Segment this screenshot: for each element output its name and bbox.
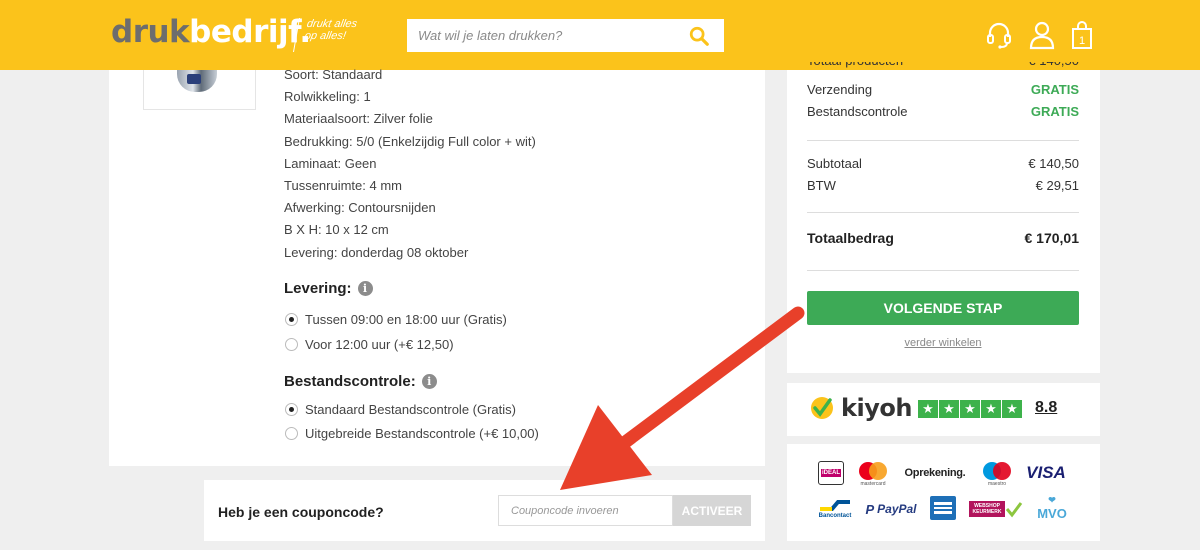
star-icon: ★: [960, 400, 980, 418]
mastercard-logo: mastercard: [856, 461, 890, 487]
kiyoh-name: kiyoh: [841, 394, 912, 422]
site-header: drukbedrijf. drukt alles op alles! 1: [0, 0, 1200, 70]
radio-button-selected[interactable]: [285, 313, 298, 326]
delivery-option-standard[interactable]: Tussen 09:00 en 18:00 uur (Gratis): [285, 312, 507, 327]
kiyoh-logo[interactable]: kiyoh: [809, 394, 912, 422]
delivery-heading: Levering: i: [284, 280, 373, 297]
filecheck-heading: Bestandscontrole: i: [284, 373, 437, 390]
summary-label: Subtotaal: [807, 156, 862, 171]
summary-value: GRATIS: [1030, 82, 1079, 97]
continue-shopping-link[interactable]: verder winkelen: [807, 337, 1079, 349]
mvo-logo: ❤ MVO: [1037, 495, 1067, 521]
logo-part-bedrijf: bedrijf.: [189, 14, 311, 50]
delivery-option-label: Voor 12:00 uur (+€ 12,50): [305, 337, 454, 352]
visa-logo: VISA: [1026, 463, 1066, 482]
search-icon[interactable]: [688, 25, 710, 47]
star-icon: ★: [1002, 400, 1022, 418]
filecheck-option-extended[interactable]: Uitgebreide Bestandscontrole (+€ 10,00): [285, 426, 539, 441]
spec-item: Materiaalsoort: Zilver folie: [284, 111, 433, 127]
bancontact-logo: Bancontact: [816, 497, 854, 521]
slogan: drukt alles op alles!: [293, 18, 369, 52]
star-icon: ★: [918, 400, 938, 418]
logo-part-druk: druk: [111, 14, 190, 50]
amex-logo: [930, 496, 956, 520]
search-bar: [407, 19, 724, 52]
filecheck-option-standard[interactable]: Standaard Bestandscontrole (Gratis): [285, 402, 516, 417]
divider: [807, 270, 1079, 271]
summary-row-products: Totaal producten € 140,50: [807, 62, 1079, 72]
summary-value: € 29,51: [1035, 178, 1079, 193]
star-icon: ★: [939, 400, 959, 418]
product-image: [177, 70, 217, 92]
product-thumbnail: [143, 70, 256, 110]
maestro-logo: maestro: [980, 461, 1014, 487]
delivery-title: Levering:: [284, 280, 352, 297]
spec-item: B X H: 10 x 12 cm: [284, 222, 389, 238]
payment-methods-box: [787, 444, 1100, 541]
ideal-logo: iDEAL: [818, 461, 844, 485]
paypal-logo: P PayPal: [865, 501, 917, 517]
radio-button[interactable]: [285, 427, 298, 440]
account-icon[interactable]: [1028, 20, 1056, 50]
radio-button-selected[interactable]: [285, 403, 298, 416]
spec-item: Rolwikkeling: 1: [284, 89, 371, 105]
info-icon[interactable]: i: [421, 374, 437, 389]
summary-row-vat: BTW € 29,51: [807, 178, 1079, 193]
site-logo[interactable]: drukbedrijf.: [111, 14, 311, 50]
summary-label: Bestandscontrole: [807, 104, 908, 119]
search-input[interactable]: [407, 19, 667, 52]
spec-item: Afwerking: Contoursnijden: [284, 200, 436, 216]
divider: [807, 212, 1079, 213]
summary-row-subtotal: Subtotaal € 140,50: [807, 156, 1079, 171]
summary-row-filecheck: Bestandscontrole GRATIS: [807, 104, 1079, 119]
filecheck-option-label: Standaard Bestandscontrole (Gratis): [305, 402, 516, 417]
slogan-line-2: op alles!: [303, 30, 347, 42]
divider: [807, 140, 1079, 141]
next-step-button[interactable]: VOLGENDE STAP: [807, 291, 1079, 325]
summary-row-shipping: Verzending GRATIS: [807, 82, 1079, 97]
filecheck-title: Bestandscontrole:: [284, 373, 416, 390]
filecheck-option-label: Uitgebreide Bestandscontrole (+€ 10,00): [305, 426, 539, 441]
star-icon: ★: [981, 400, 1001, 418]
delivery-option-label: Tussen 09:00 en 18:00 uur (Gratis): [305, 312, 507, 327]
radio-button[interactable]: [285, 338, 298, 351]
coupon-question: Heb je een couponcode?: [218, 504, 384, 520]
spec-item: Soort: Standaard: [284, 67, 383, 82]
summary-label: BTW: [807, 178, 836, 193]
oprekening-logo: Oprekening.: [904, 467, 966, 479]
slogan-line-1: drukt alles: [305, 18, 359, 30]
delivery-option-express[interactable]: Voor 12:00 uur (+€ 12,50): [285, 337, 454, 352]
summary-value: € 140,50: [1028, 62, 1079, 72]
headset-icon[interactable]: [985, 20, 1013, 50]
spec-item: Levering: donderdag 08 oktober: [284, 244, 469, 260]
total-label: Totaalbedrag: [807, 230, 894, 246]
summary-value: € 140,50: [1028, 156, 1079, 171]
summary-row-total: Totaalbedrag € 170,01: [807, 230, 1079, 246]
webshop-keurmerk-logo: WEBSHOP KEURMERK: [968, 497, 1024, 521]
summary-value: GRATIS: [1030, 104, 1079, 119]
rating-stars: ★ ★ ★ ★ ★: [918, 400, 1022, 418]
spec-item: Laminaat: Geen: [284, 155, 377, 171]
kiyoh-check-icon: [811, 397, 833, 419]
cart-icon[interactable]: 1: [1070, 20, 1098, 50]
summary-label: Verzending: [807, 82, 873, 97]
total-value: € 170,01: [1024, 230, 1080, 246]
kiyoh-score[interactable]: 8.8: [1035, 399, 1057, 417]
spec-item: Bedrukking: 5/0 (Enkelzijdig Full color …: [284, 133, 536, 149]
annotation-arrow-icon: [560, 306, 805, 490]
info-icon[interactable]: i: [357, 281, 373, 296]
summary-label: Totaal producten: [807, 62, 903, 72]
cart-count: 1: [1079, 35, 1085, 47]
spec-item: Tussenruimte: 4 mm: [284, 178, 402, 193]
